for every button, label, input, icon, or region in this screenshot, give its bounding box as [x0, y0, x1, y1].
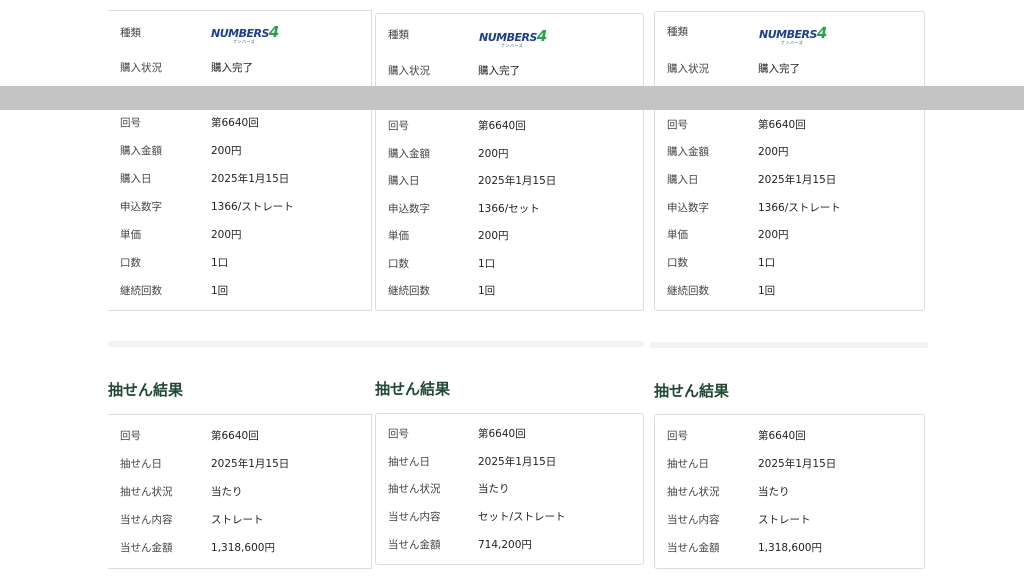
label-units: 口数: [667, 257, 688, 269]
value-numbers: 1366/ストレート: [211, 201, 294, 213]
result-card: 回号 第6640回 抽せん日 2025年1月15日 抽せん状況 当たり 当せん内…: [108, 414, 372, 569]
label-prize-amount: 当せん金額: [388, 539, 441, 551]
value-date: 2025年1月15日: [758, 174, 837, 186]
label-draw-date: 抽せん日: [667, 458, 709, 470]
value-draw-status: 当たり: [211, 486, 243, 498]
label-type: 種類: [388, 29, 409, 41]
value-unit-price: 200円: [478, 230, 509, 242]
label-round: 回号: [388, 120, 409, 132]
value-numbers: 1366/ストレート: [758, 202, 841, 214]
numbers4-logo: NUMBERS4 ナンバーズ: [759, 24, 828, 46]
purchase-card: 種類 NUMBERS4 ナンバーズ 購入状況 購入完了 回号 第6640回 購入…: [654, 11, 925, 311]
label-draw-status: 抽せん状況: [667, 486, 720, 498]
result-heading: 抽せん結果: [375, 380, 451, 398]
result-heading: 抽せん結果: [108, 381, 184, 399]
value-round: 第6640回: [211, 117, 259, 129]
section-divider: [372, 341, 644, 347]
purchase-card: 種類 NUMBERS4 ナンバーズ 購入状況 購入完了 回号 第6640回 購入…: [108, 10, 372, 311]
label-type: 種類: [120, 27, 141, 39]
value-unit-price: 200円: [758, 229, 789, 241]
value-round: 第6640回: [758, 430, 806, 442]
value-draw-status: 当たり: [758, 486, 790, 498]
label-draw-status: 抽せん状況: [120, 486, 173, 498]
value-draw-status: 当たり: [478, 483, 510, 495]
value-draw-date: 2025年1月15日: [211, 458, 290, 470]
label-numbers: 申込数字: [667, 202, 709, 214]
label-prize-type: 当せん内容: [388, 511, 441, 523]
value-prize-type: ストレート: [758, 514, 811, 526]
value-date: 2025年1月15日: [211, 173, 290, 185]
value-round: 第6640回: [478, 120, 526, 132]
label-draw-date: 抽せん日: [120, 458, 162, 470]
value-round: 第6640回: [211, 430, 259, 442]
label-units: 口数: [388, 258, 409, 270]
label-prize-type: 当せん内容: [667, 514, 720, 526]
label-round: 回号: [388, 428, 409, 440]
value-date: 2025年1月15日: [478, 175, 557, 187]
label-unit-price: 単価: [667, 229, 688, 241]
value-repeat: 1回: [758, 285, 776, 297]
value-status: 購入完了: [758, 63, 800, 75]
numbers4-logo: NUMBERS4 ナンバーズ: [479, 27, 548, 49]
result-card: 回号 第6640回 抽せん日 2025年1月15日 抽せん状況 当たり 当せん内…: [654, 414, 925, 569]
label-round: 回号: [120, 430, 141, 442]
value-unit-price: 200円: [211, 229, 242, 241]
purchase-card: 種類 NUMBERS4 ナンバーズ 購入状況 購入完了 回号 第6640回 購入…: [375, 13, 644, 311]
value-prize-amount: 1,318,600円: [758, 542, 822, 554]
value-round: 第6640回: [478, 428, 526, 440]
label-repeat: 継続回数: [388, 285, 430, 297]
value-prize-type: セット/ストレート: [478, 511, 566, 523]
label-prize-amount: 当せん金額: [667, 542, 720, 554]
overlay-band: [0, 86, 1024, 110]
label-unit-price: 単価: [388, 230, 409, 242]
label-repeat: 継続回数: [120, 285, 162, 297]
label-date: 購入日: [120, 173, 152, 185]
label-round: 回号: [120, 117, 141, 129]
section-divider: [650, 342, 928, 348]
label-amount: 購入金額: [120, 145, 162, 157]
value-amount: 200円: [758, 146, 789, 158]
label-date: 購入日: [667, 174, 699, 186]
value-units: 1口: [758, 257, 776, 269]
value-draw-date: 2025年1月15日: [478, 456, 557, 468]
label-draw-status: 抽せん状況: [388, 483, 441, 495]
value-status: 購入完了: [478, 65, 520, 77]
value-prize-amount: 1,318,600円: [211, 542, 275, 554]
label-numbers: 申込数字: [120, 201, 162, 213]
label-numbers: 申込数字: [388, 203, 430, 215]
label-round: 回号: [667, 119, 688, 131]
label-type: 種類: [667, 26, 688, 38]
section-divider: [108, 341, 372, 347]
value-repeat: 1回: [478, 285, 496, 297]
value-status: 購入完了: [211, 62, 253, 74]
label-amount: 購入金額: [388, 148, 430, 160]
result-heading: 抽せん結果: [654, 382, 730, 400]
label-date: 購入日: [388, 175, 420, 187]
label-prize-amount: 当せん金額: [120, 542, 173, 554]
label-status: 購入状況: [667, 63, 709, 75]
value-units: 1口: [478, 258, 496, 270]
label-prize-type: 当せん内容: [120, 514, 173, 526]
label-status: 購入状況: [120, 62, 162, 74]
value-repeat: 1回: [211, 285, 229, 297]
value-prize-amount: 714,200円: [478, 539, 532, 551]
result-card: 回号 第6640回 抽せん日 2025年1月15日 抽せん状況 当たり 当せん内…: [375, 413, 644, 565]
label-units: 口数: [120, 257, 141, 269]
value-numbers: 1366/セット: [478, 203, 540, 215]
value-amount: 200円: [478, 148, 509, 160]
value-units: 1口: [211, 257, 229, 269]
value-prize-type: ストレート: [211, 514, 264, 526]
value-draw-date: 2025年1月15日: [758, 458, 837, 470]
label-amount: 購入金額: [667, 146, 709, 158]
numbers4-logo: NUMBERS4 ナンバーズ: [211, 23, 280, 45]
label-status: 購入状況: [388, 65, 430, 77]
label-repeat: 継続回数: [667, 285, 709, 297]
label-draw-date: 抽せん日: [388, 456, 430, 468]
label-unit-price: 単価: [120, 229, 141, 241]
value-amount: 200円: [211, 145, 242, 157]
label-round: 回号: [667, 430, 688, 442]
value-round: 第6640回: [758, 119, 806, 131]
